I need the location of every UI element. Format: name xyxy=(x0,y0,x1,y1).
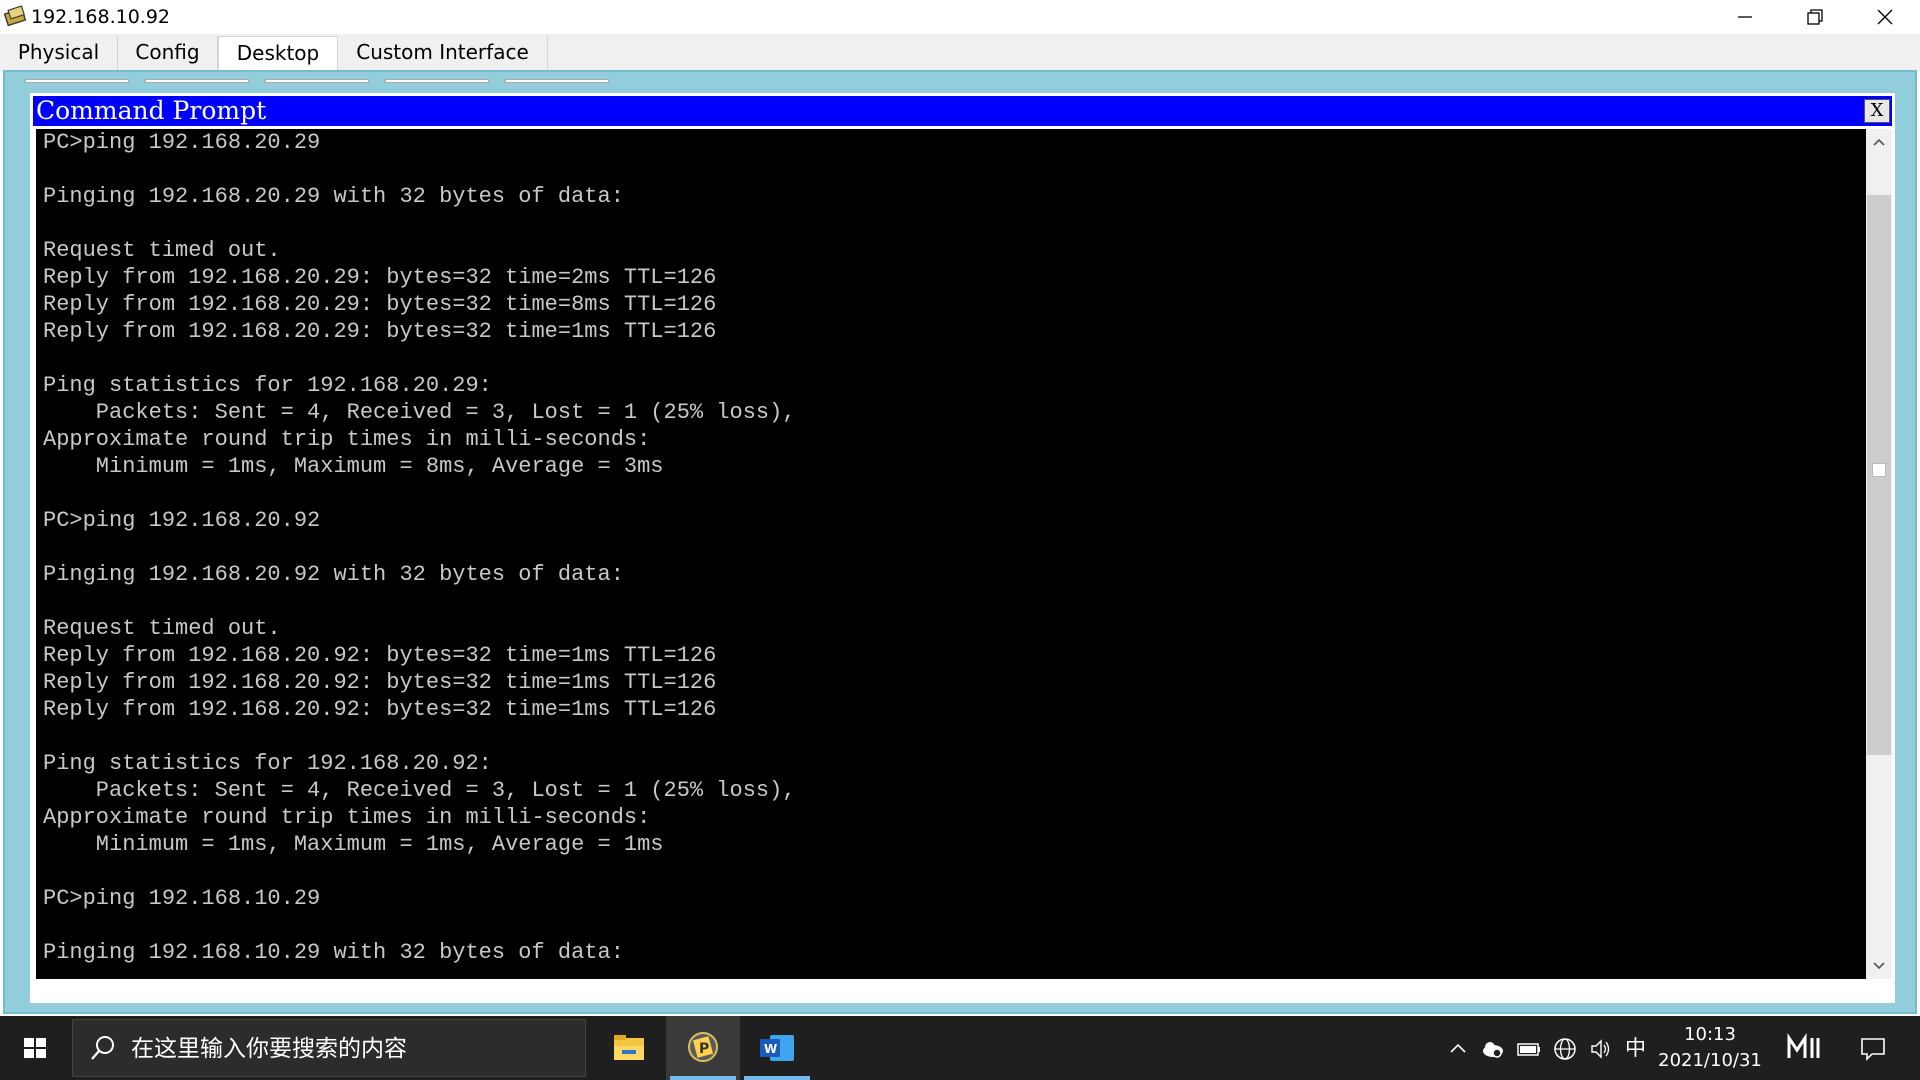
minimize-button[interactable] xyxy=(1710,0,1780,34)
restore-icon xyxy=(1807,9,1823,25)
restore-button[interactable] xyxy=(1780,0,1850,34)
console-line: Pinging 192.168.10.29 with 32 bytes of d… xyxy=(43,940,624,965)
command-prompt-title: Command Prompt xyxy=(36,96,267,125)
battery-icon[interactable] xyxy=(1516,1036,1542,1062)
word-icon: W xyxy=(760,1035,794,1061)
svg-text:P: P xyxy=(699,1041,709,1057)
input-method-indicator[interactable]: 中 xyxy=(1625,1035,1646,1061)
tab-config[interactable]: Config xyxy=(118,36,218,70)
app-tray-logo-icon[interactable] xyxy=(1786,1032,1822,1064)
console-line: Packets: Sent = 4, Received = 3, Lost = … xyxy=(43,400,796,425)
desktop-area: Command Prompt X PC>ping 192.168.20.29 P… xyxy=(0,70,1920,1016)
taskbar-search-box[interactable]: 在这里输入你要搜索的内容 xyxy=(72,1019,586,1077)
close-icon xyxy=(1877,9,1893,25)
tab-desktop[interactable]: Desktop xyxy=(218,36,338,70)
scroll-down-button[interactable] xyxy=(1866,953,1892,979)
chevron-down-icon xyxy=(1873,962,1885,970)
network-globe-icon[interactable] xyxy=(1552,1036,1578,1062)
console-output: PC>ping 192.168.20.29 Pinging 192.168.20… xyxy=(43,129,796,966)
console-line: Pinging 192.168.20.92 with 32 bytes of d… xyxy=(43,562,624,587)
command-prompt-window: Command Prompt X PC>ping 192.168.20.29 P… xyxy=(30,93,1895,1003)
background-app-tab xyxy=(385,79,489,83)
console-line: Packets: Sent = 4, Received = 3, Lost = … xyxy=(43,778,796,803)
running-indicator xyxy=(744,1076,810,1080)
close-window-button[interactable] xyxy=(1850,0,1920,34)
console-line: Ping statistics for 192.168.20.92: xyxy=(43,751,492,776)
clock-time: 10:13 xyxy=(1684,1024,1736,1045)
console-line: Approximate round trip times in milli-se… xyxy=(43,805,651,830)
chevron-up-icon xyxy=(1873,138,1885,146)
console-scrollbar[interactable] xyxy=(1866,129,1892,979)
background-app-tab xyxy=(505,79,609,83)
background-app-tab xyxy=(265,79,369,83)
svg-text:W: W xyxy=(764,1042,777,1056)
search-icon xyxy=(91,1036,114,1060)
clock-date: 2021/10/31 xyxy=(1658,1050,1762,1071)
tab-physical[interactable]: Physical xyxy=(0,36,118,70)
window-title: 192.168.10.92 xyxy=(31,6,171,28)
console-line: Request timed out. xyxy=(43,238,281,263)
tab-custom-interface[interactable]: Custom Interface xyxy=(338,36,548,70)
console-line: Minimum = 1ms, Maximum = 1ms, Average = … xyxy=(43,832,664,857)
device-tabs: Physical Config Desktop Custom Interface xyxy=(0,34,1920,70)
console-line: Reply from 192.168.20.29: bytes=32 time=… xyxy=(43,319,717,344)
notification-center-icon[interactable] xyxy=(1858,1034,1888,1064)
cloud-icon[interactable] xyxy=(1480,1036,1506,1062)
show-hidden-icons-chevron-up-icon[interactable] xyxy=(1445,1036,1471,1062)
console-line: Reply from 192.168.20.92: bytes=32 time=… xyxy=(43,643,717,668)
console-line: Ping statistics for 192.168.20.29: xyxy=(43,373,492,398)
desktop-panel: Command Prompt X PC>ping 192.168.20.29 P… xyxy=(3,70,1917,1014)
console-line: Reply from 192.168.20.29: bytes=32 time=… xyxy=(43,265,717,290)
taskbar-file-explorer[interactable] xyxy=(592,1016,666,1080)
command-prompt-console[interactable]: PC>ping 192.168.20.29 Pinging 192.168.20… xyxy=(36,129,1866,979)
active-indicator xyxy=(670,1076,736,1080)
search-placeholder: 在这里输入你要搜索的内容 xyxy=(131,1036,407,1062)
windows-taskbar: 在这里输入你要搜索的内容 P W 中 10:13 2021/10/31 xyxy=(0,1016,1920,1080)
taskbar-packet-tracer[interactable]: P xyxy=(666,1016,740,1080)
packet-tracer-icon xyxy=(4,5,27,27)
window-titlebar: 192.168.10.92 xyxy=(0,0,1920,34)
background-app-tab xyxy=(145,79,249,83)
volume-icon[interactable] xyxy=(1588,1036,1614,1062)
console-line: PC>ping 192.168.20.29 xyxy=(43,130,321,155)
taskbar-clock[interactable]: 10:13 2021/10/31 xyxy=(1652,1022,1768,1074)
background-app-tab xyxy=(25,79,129,83)
console-line: PC>ping 192.168.10.29 xyxy=(43,886,321,911)
command-prompt-close-button[interactable]: X xyxy=(1864,99,1890,123)
console-line: Approximate round trip times in milli-se… xyxy=(43,427,651,452)
console-line: Reply from 192.168.20.92: bytes=32 time=… xyxy=(43,670,717,695)
packet-tracer-icon: P xyxy=(688,1032,718,1062)
console-line: Reply from 192.168.20.92: bytes=32 time=… xyxy=(43,697,717,722)
console-line: Pinging 192.168.20.29 with 32 bytes of d… xyxy=(43,184,624,209)
console-line: Request timed out. xyxy=(43,616,281,641)
command-prompt-titlebar: Command Prompt X xyxy=(33,96,1892,126)
scrollbar-grip[interactable] xyxy=(1872,463,1886,477)
scroll-up-button[interactable] xyxy=(1866,129,1892,155)
windows-start-icon xyxy=(24,1038,46,1058)
console-line: PC>ping 192.168.20.92 xyxy=(43,508,321,533)
minimize-icon xyxy=(1738,16,1752,18)
console-line: Reply from 192.168.20.29: bytes=32 time=… xyxy=(43,292,717,317)
taskbar-word[interactable]: W xyxy=(740,1016,814,1080)
start-button[interactable] xyxy=(0,1016,70,1080)
console-line: Minimum = 1ms, Maximum = 8ms, Average = … xyxy=(43,454,664,479)
file-explorer-icon xyxy=(614,1035,644,1060)
